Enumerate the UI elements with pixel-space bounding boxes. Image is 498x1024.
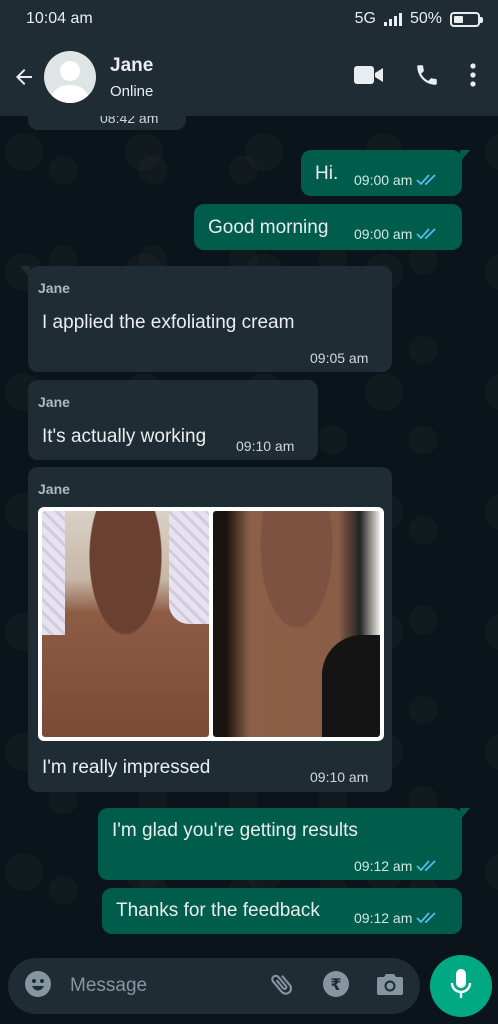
message-time: 09:00 am (354, 172, 413, 188)
camera-icon[interactable] (376, 971, 404, 1002)
signal-icon (383, 12, 402, 26)
avatar[interactable] (44, 51, 96, 103)
sender-name: Jane (38, 481, 70, 497)
mic-button[interactable] (430, 955, 492, 1017)
back-arrow-icon[interactable] (10, 63, 38, 91)
outgoing-message[interactable]: I'm glad you're getting results 09:12 am (98, 808, 470, 880)
header-actions (354, 62, 476, 93)
rupee-payment-icon[interactable]: ₹ (322, 970, 350, 1003)
after-photo (213, 511, 380, 737)
message-time: 09:12 am (354, 858, 413, 874)
chat-area[interactable]: 08:42 am Hi. 09:00 am Good morning 09:00… (0, 116, 498, 952)
message-time: 09:12 am (354, 910, 413, 926)
message-text: It's actually working (42, 426, 207, 447)
svg-text:₹: ₹ (330, 975, 341, 994)
message-input[interactable]: Message ₹ (8, 958, 420, 1014)
message-image[interactable] (38, 507, 384, 741)
message-time: 08:42 am (100, 116, 159, 126)
double-check-icon (416, 860, 437, 872)
message-meta: 09:00 am (354, 172, 438, 188)
battery-fill (454, 15, 463, 23)
message-meta: 09:12 am (354, 910, 438, 926)
incoming-message[interactable]: Jane I applied the exfoliating cream 09:… (20, 266, 392, 372)
incoming-image-message[interactable]: Jane I'm really impressed 09:10 am (28, 467, 392, 792)
outgoing-message[interactable]: Hi. 09:00 am (301, 150, 470, 196)
sender-name: Jane (38, 280, 70, 296)
double-check-icon (416, 174, 437, 186)
emoji-icon[interactable] (24, 970, 52, 1003)
battery-percent: 50% (409, 10, 442, 27)
message-time: 09:10 am (236, 438, 295, 454)
status-time: 10:04 am (26, 10, 93, 27)
message-text: I'm glad you're getting results (112, 820, 358, 841)
message-text: Thanks for the feedback (116, 900, 320, 921)
message-meta: 09:00 am (354, 226, 438, 242)
message-time: 09:05 am (310, 350, 369, 366)
message-placeholder: Message (70, 975, 148, 996)
network-type: 5G (354, 10, 376, 27)
message-text: Good morning (208, 217, 329, 238)
double-check-icon (416, 912, 437, 924)
attach-icon[interactable] (268, 970, 296, 1003)
more-options-icon[interactable] (470, 62, 476, 92)
input-actions: ₹ (268, 970, 404, 1003)
phone-icon[interactable] (414, 62, 440, 93)
message-text: I applied the exfoliating cream (42, 312, 295, 333)
mic-icon (449, 968, 473, 1005)
composer: Message ₹ (0, 952, 498, 1024)
battery-icon (450, 11, 483, 27)
status-bar: 10:04 am 5G 50% (0, 0, 498, 38)
partial-message: 08:42 am (28, 116, 186, 130)
incoming-message[interactable]: Jane It's actually working 09:10 am (28, 380, 318, 460)
status-indicators: 5G 50% (354, 10, 483, 28)
contact-status: Online (110, 82, 154, 100)
double-check-icon (416, 228, 437, 240)
before-photo (42, 511, 209, 737)
contact-name: Jane (110, 54, 154, 76)
sender-name: Jane (38, 394, 70, 410)
contact-info[interactable]: Jane Online (110, 55, 354, 100)
video-call-icon[interactable] (354, 64, 384, 91)
outgoing-message[interactable]: Thanks for the feedback 09:12 am (102, 888, 462, 934)
outgoing-message[interactable]: Good morning 09:00 am (194, 204, 462, 250)
message-meta: 09:12 am (354, 858, 438, 874)
message-time: 09:00 am (354, 226, 413, 242)
message-time: 09:10 am (310, 769, 369, 785)
message-caption: I'm really impressed (42, 757, 211, 778)
chat-header: Jane Online (0, 38, 498, 116)
message-text: Hi. (315, 163, 339, 184)
